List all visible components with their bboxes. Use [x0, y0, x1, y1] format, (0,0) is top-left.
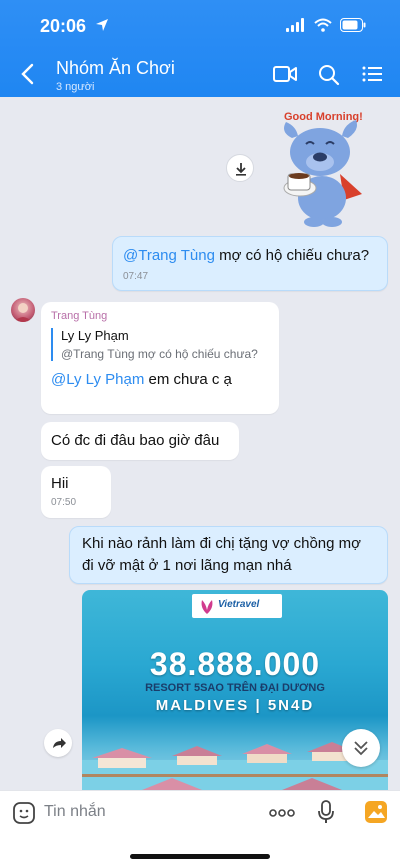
message-text: mợ có hộ chiếu chưa? — [214, 247, 370, 264]
chat-header: 20:06 Nhóm Ăn Chơi 3 người — [0, 0, 400, 97]
status-bar: 20:06 — [0, 0, 400, 50]
forward-icon — [53, 738, 66, 748]
message-input-bar: Tin nhắn — [0, 790, 400, 866]
incoming-message[interactable]: Hii 07:50 — [41, 466, 111, 518]
quoted-message[interactable]: Ly Ly Phạm @Trang Tùng mợ có hộ chiếu ch… — [51, 328, 269, 361]
logo-flower-icon — [201, 600, 213, 614]
message-time: 07:50 — [51, 497, 77, 508]
quote-text: @Trang Tùng mợ có hộ chiếu chưa? — [61, 347, 258, 361]
outgoing-message[interactable]: Khi nào rảnh làm đi chị tặng vợ chồng mợ… — [69, 526, 388, 584]
group-title[interactable]: Nhóm Ăn Chơi — [56, 58, 175, 79]
mention-link[interactable]: @Trang Tùng — [123, 247, 215, 264]
scroll-to-bottom-button[interactable] — [342, 729, 380, 767]
emoji-sticker-icon[interactable] — [12, 801, 36, 825]
message-input[interactable]: Tin nhắn — [44, 803, 106, 821]
title-bar: Nhóm Ăn Chơi 3 người — [0, 52, 400, 97]
more-options-icon[interactable] — [268, 805, 296, 821]
status-time: 20:06 — [40, 16, 87, 36]
signal-icon — [286, 18, 304, 32]
message-line: đi vỡ mật ở 1 nơi lãng mạn nhá — [82, 557, 292, 574]
search-icon[interactable] — [316, 62, 342, 86]
mention-link[interactable]: @Ly Ly Phạm — [51, 371, 144, 388]
message-text: Hii — [51, 475, 69, 492]
avatar[interactable] — [11, 298, 35, 322]
message-list[interactable]: Good Morning! @Trang Tùng mợ có hộ chiếu… — [0, 97, 400, 790]
outgoing-message[interactable]: @Trang Tùng mợ có hộ chiếu chưa? 07:47 — [112, 236, 388, 291]
menu-list-icon[interactable] — [360, 62, 386, 86]
message-line: Khi nào rảnh làm đi chị tặng vợ chồng mợ — [82, 535, 361, 552]
video-call-icon[interactable] — [272, 62, 298, 86]
forward-button[interactable] — [44, 729, 72, 757]
wifi-icon — [314, 18, 332, 32]
sender-name: Trang Tùng — [51, 310, 108, 322]
download-icon — [236, 163, 246, 176]
message-time: 07:47 — [123, 271, 149, 282]
promo-resort: RESORT 5SAO TRÊN ĐẠI DƯƠNG — [145, 682, 325, 694]
battery-icon — [340, 18, 366, 32]
home-indicator — [130, 854, 270, 859]
avatar-photo-icon — [14, 303, 32, 322]
quote-author: Ly Ly Phạm — [61, 328, 129, 343]
member-count: 3 người — [56, 81, 95, 93]
incoming-message[interactable]: Có đc đi đâu bao giờ đâu — [41, 422, 239, 460]
download-button[interactable] — [226, 154, 254, 182]
sticker-label: Good Morning! — [284, 111, 363, 123]
promo-destination: MALDIVES | 5N4D — [155, 697, 315, 714]
promo-price: 38.888.000 — [149, 646, 321, 682]
message-text: em chưa c ạ — [144, 371, 232, 388]
back-arrow-icon[interactable] — [18, 62, 38, 86]
incoming-message[interactable]: Trang Tùng Ly Ly Phạm @Trang Tùng mợ có … — [41, 302, 279, 414]
double-chevron-down-icon — [354, 741, 368, 756]
location-arrow-icon — [96, 19, 108, 31]
good-morning-sticker[interactable]: Good Morning! — [270, 102, 366, 230]
gallery-image-icon[interactable] — [364, 800, 388, 824]
message-text: Có đc đi đâu bao giờ đâu — [51, 432, 220, 449]
microphone-icon[interactable] — [316, 799, 336, 825]
